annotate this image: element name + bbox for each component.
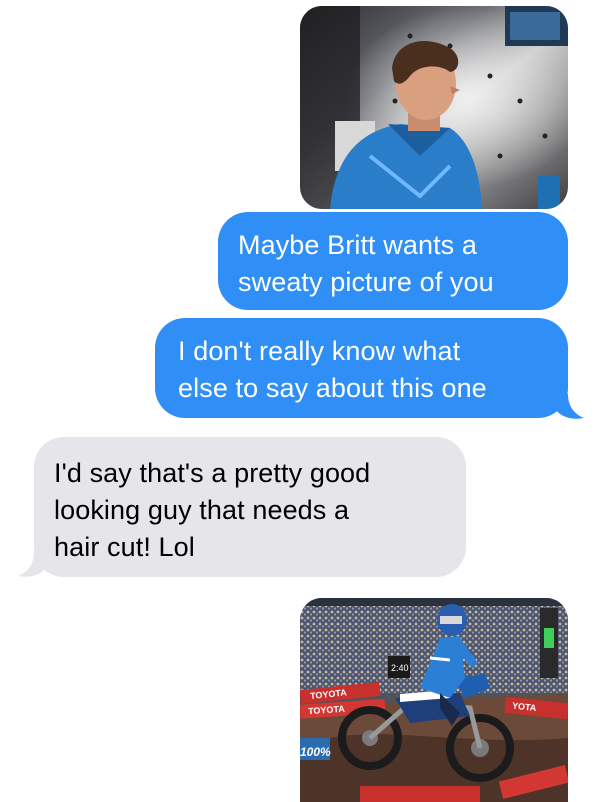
message-text-line: I don't really know what <box>178 336 461 366</box>
sent-message-bubble[interactable]: Maybe Britt wants a sweaty picture of yo… <box>218 212 568 310</box>
sent-message-bubble[interactable]: I don't really know what else to say abo… <box>155 318 568 418</box>
message-text-line: sweaty picture of you <box>238 267 494 297</box>
sent-photo-portrait[interactable] <box>300 6 568 209</box>
message-text-line: else to say about this one <box>178 373 487 403</box>
sent-photo-supercross[interactable]: 2:40 TOYOTA TOYOTA YOTA 100% <box>300 598 568 802</box>
message-text-line: looking guy that needs a <box>54 495 350 525</box>
supercross-photo-image: 2:40 TOYOTA TOYOTA YOTA 100% <box>300 598 568 802</box>
received-message-bubble[interactable]: I'd say that's a pretty good looking guy… <box>34 437 466 577</box>
received-bubble-tail <box>18 552 46 577</box>
portrait-photo-image <box>300 6 568 209</box>
message-text-line: Maybe Britt wants a <box>238 230 477 260</box>
sent-bubble-tail <box>556 394 584 419</box>
message-text-line: hair cut! Lol <box>54 532 195 562</box>
corner-text: 100% <box>300 745 331 759</box>
message-text-line: I'd say that's a pretty good <box>54 458 371 488</box>
scoreboard-text: 2:40 <box>391 663 409 673</box>
